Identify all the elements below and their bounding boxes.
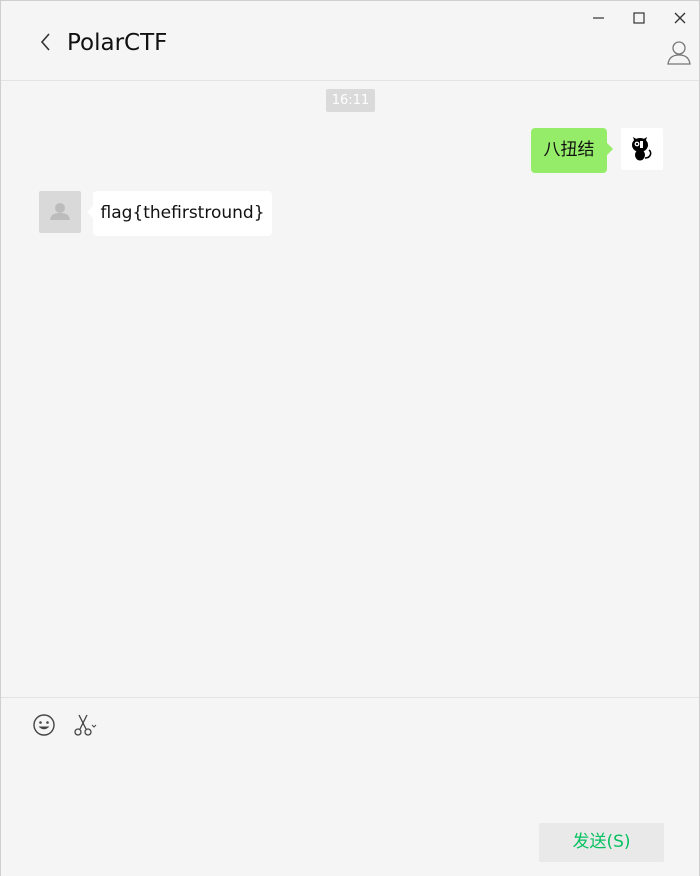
chevron-left-icon bbox=[40, 33, 50, 51]
title-bar: PolarCTF bbox=[1, 1, 699, 81]
close-button[interactable] bbox=[667, 7, 693, 29]
screenshot-button[interactable] bbox=[71, 712, 99, 738]
user-icon bbox=[667, 41, 691, 65]
chat-window: PolarCTF 16:11 八扭结 flag{thefirstround} 发… bbox=[0, 0, 700, 876]
emoji-button[interactable] bbox=[32, 713, 56, 737]
my-avatar[interactable] bbox=[621, 128, 663, 170]
emoji-icon bbox=[33, 714, 55, 736]
maximize-icon bbox=[633, 12, 645, 24]
message-list[interactable]: 16:11 八扭结 flag{thefirstround} bbox=[1, 81, 699, 697]
minimize-button[interactable] bbox=[586, 7, 612, 29]
back-button[interactable] bbox=[35, 28, 57, 56]
outgoing-message-bubble[interactable]: 八扭结 bbox=[531, 128, 613, 173]
cat-avatar-icon bbox=[632, 137, 652, 161]
message-input[interactable] bbox=[21, 750, 685, 820]
scissors-icon bbox=[74, 714, 97, 736]
minimize-icon bbox=[593, 17, 604, 19]
maximize-button[interactable] bbox=[626, 7, 652, 29]
chat-title: PolarCTF bbox=[67, 30, 168, 56]
close-icon bbox=[674, 12, 686, 24]
compose-area: 发送(S) bbox=[1, 697, 699, 876]
default-user-icon bbox=[50, 203, 70, 220]
incoming-message-bubble[interactable]: flag{thefirstround} bbox=[87, 191, 272, 236]
message-timestamp: 16:11 bbox=[326, 89, 375, 112]
send-button[interactable]: 发送(S) bbox=[539, 823, 664, 862]
contact-avatar[interactable] bbox=[39, 191, 81, 233]
chat-info-button[interactable] bbox=[665, 39, 693, 67]
